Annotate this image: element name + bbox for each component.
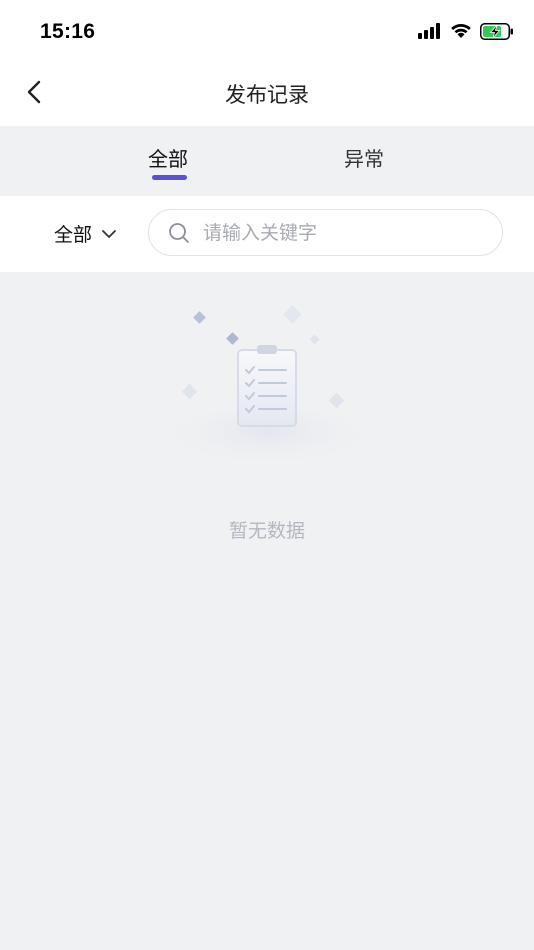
empty-clipboard-icon (160, 300, 380, 468)
active-tab-indicator (152, 175, 187, 180)
empty-state-text: 暂无数据 (228, 520, 305, 542)
status-time: 15:16 (40, 20, 96, 43)
chevron-down-icon (101, 224, 117, 243)
search-icon (168, 222, 190, 244)
nav-bar: 发布记录 (0, 64, 534, 126)
wifi-icon (450, 23, 472, 43)
category-dropdown[interactable]: 全部 (54, 220, 117, 247)
status-bar: 15:16 (0, 0, 534, 64)
tab-all[interactable]: 全部 (148, 143, 188, 172)
signal-icon (418, 23, 442, 43)
battery-charging-icon (480, 22, 514, 44)
status-icons (418, 22, 514, 44)
search-box (148, 209, 503, 256)
tab-abnormal[interactable]: 异常 (344, 143, 384, 172)
tab-bar: 全部 异常 (0, 126, 534, 196)
filter-bar: 全部 (0, 196, 534, 272)
page-title: 发布记录 (225, 83, 309, 107)
category-dropdown-label: 全部 (54, 224, 93, 246)
search-input[interactable] (203, 210, 493, 255)
